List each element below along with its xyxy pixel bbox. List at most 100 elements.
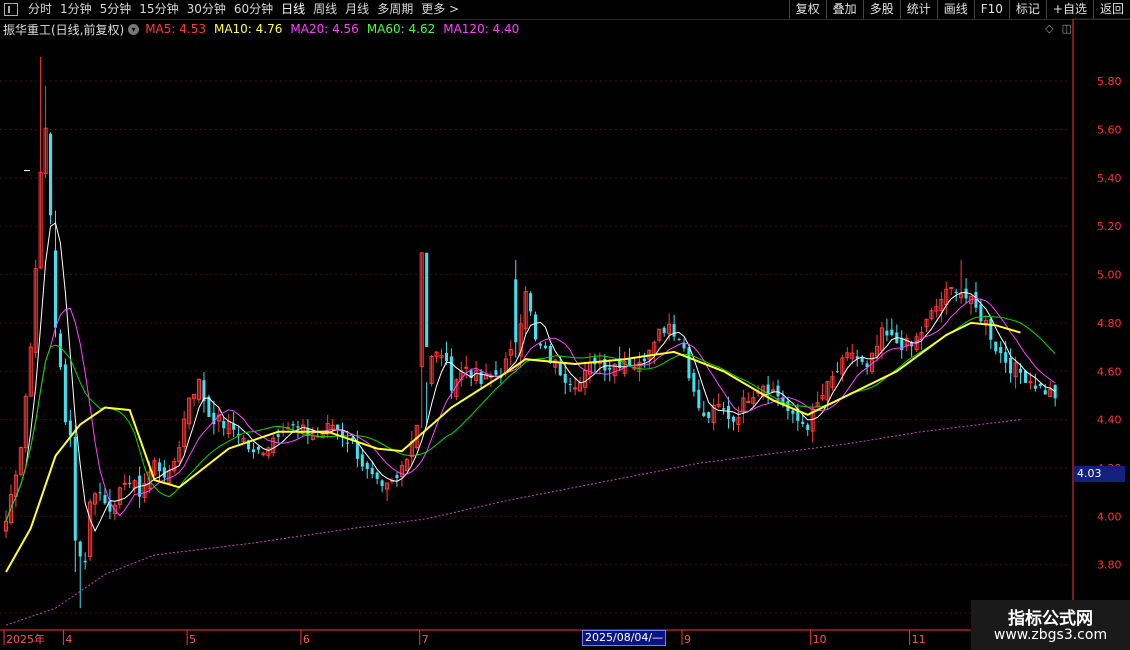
candle-body-up [122,482,127,485]
x-tick-label: 11 [912,633,926,646]
candle-body-down [702,412,706,417]
ma20-line [5,315,1056,522]
candle-body-down [1033,385,1037,389]
crosshair-date-tag: 2025/08/04/— [582,630,667,646]
candle-body-down [707,412,711,418]
y-tick-label: 4.00 [1097,510,1122,523]
ma60-line [5,321,1021,573]
candle-body-down [53,250,58,328]
candle-body-down [677,339,681,341]
candle-body-down [994,341,998,352]
candle-body-down [697,389,701,409]
candle-body-down [860,357,864,362]
candle-body-down [98,492,102,494]
candle-body-down [543,345,547,349]
candle-body-down [791,410,795,414]
x-tick-label: 7 [422,633,429,646]
candle-body-up [949,286,954,289]
candle-body-down [1043,390,1047,395]
candle-body-down [103,495,107,504]
candle-body-down [1023,370,1027,383]
candle-body-down [58,333,62,368]
candle-body-down [73,436,77,541]
candle-body-down [1009,357,1013,374]
candle-body-down [276,434,280,437]
y-tick-label: 5.00 [1097,269,1122,282]
candle-body-down [662,327,666,333]
candle-body-down [1053,384,1057,399]
candle-body-down [1004,352,1008,363]
candle-body-down [801,421,805,424]
candle-body-down [687,347,691,379]
candle-body-down [672,324,676,337]
candle-body-down [885,330,889,336]
candle-body-down [964,288,968,299]
candle-body-down [568,383,572,385]
y-tick-label: 4.60 [1097,365,1122,378]
ma120-line [5,419,1021,626]
candle-body-down [731,416,736,422]
candle-body-down [444,352,448,362]
candle-body-up [1028,381,1033,384]
y-tick-label: 5.80 [1097,75,1122,88]
candle-body-down [722,408,726,410]
candle-body-down [682,343,686,349]
candle-body-down [890,329,894,336]
y-tick-label: 5.20 [1097,220,1122,233]
candle-body-down [563,374,567,383]
candle-body-down [494,370,498,375]
y-tick-label: 5.40 [1097,172,1122,185]
candle-body-down [979,304,983,322]
candle-body-down [538,343,543,346]
y-tick-label: 5.60 [1097,123,1122,136]
candle-body-down [558,362,562,376]
x-tick-label: 9 [684,633,691,646]
candle-body-down [989,319,993,340]
candle-body-down [222,420,226,429]
x-tick-label: 5 [189,633,196,646]
candle-body-down [529,293,533,312]
candle-body-down [83,560,87,563]
candle-body-down [370,468,374,475]
candle-body-up [746,401,751,404]
x-tick-label: 4 [65,633,72,646]
candle-body-down [533,314,538,340]
kline-chart[interactable]: 5.805.605.405.205.004.804.604.404.204.00… [0,0,1130,650]
candle-body-down [63,364,67,423]
candle-body-down [1018,368,1023,373]
candle-body-down [375,472,379,479]
ma5-line [5,222,1056,533]
x-tick-label: 10 [813,633,827,646]
candle-body-down [251,449,255,453]
candle-body-down [296,426,300,428]
candle-body-down [380,480,384,486]
candle-body-down [256,446,260,450]
candle-body-down [514,279,518,343]
candle-body-down [954,291,958,294]
candle-body-down [157,462,161,472]
watermark-title: 指标公式网 [1008,609,1093,629]
candle-body-down [608,367,612,370]
candle-body-down [345,442,350,444]
candle-body-down [806,424,810,430]
candle-body-down [628,359,632,366]
y-tick-label: 4.80 [1097,317,1122,330]
candle-body-down [49,133,53,216]
x-tick-label: 2025年 [6,632,45,646]
candle-body-down [395,475,399,479]
y-tick-label: 4.40 [1097,414,1122,427]
candle-body-down [642,358,646,362]
candle-body-down [999,347,1003,354]
watermark-url: www.zbgs3.com [993,627,1108,643]
candle-body-down [291,424,295,426]
candle-body-down [1038,383,1042,386]
candle-body-down [425,252,429,348]
candle-body-up [573,387,578,390]
y-tick-label: 3.80 [1097,559,1122,572]
x-tick-label: 6 [303,633,310,646]
candle-body-down [78,541,82,557]
candle-body-down [360,454,364,467]
candle-body-down [776,385,780,397]
candle-body-down [726,405,731,419]
candle-body-down [766,384,770,395]
